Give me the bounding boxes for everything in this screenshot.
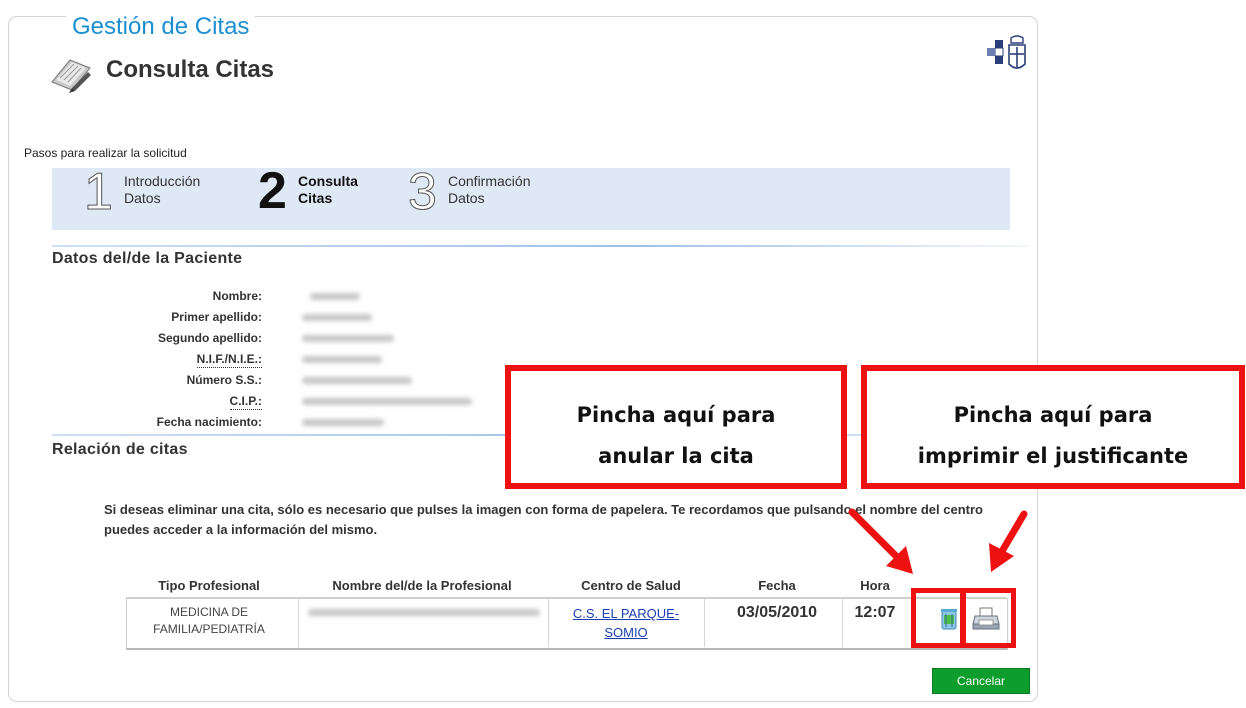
redacted-value	[302, 377, 412, 384]
callout-anular-line1: Pincha aquí para	[576, 403, 776, 427]
callout-imprimir: Pincha aquí para imprimir el justificant…	[861, 365, 1245, 489]
redacted-value	[302, 398, 472, 405]
field-label-nif: N.I.F./N.I.E.:	[196, 352, 262, 368]
appointments-heading: Relación de citas	[52, 441, 188, 458]
callout-imprimir-line1: Pincha aquí para	[953, 403, 1153, 427]
page-title: Consulta Citas	[106, 56, 275, 83]
field-label-primer-apellido: Primer apellido:	[171, 310, 262, 324]
col-header-fecha: Fecha	[758, 578, 796, 593]
cell-fecha: 03/05/2010	[736, 604, 818, 621]
col-separator	[548, 598, 549, 647]
field-label-segundo-apellido: Segundo apellido:	[158, 331, 262, 345]
field-label-numero-ss: Número S.S.:	[186, 373, 262, 387]
cell-tipo-profesional: MEDICINA DE FAMILIA/PEDIATRÍA	[153, 605, 265, 636]
col-header-centro: Centro de Salud	[581, 578, 681, 593]
instructions-text: Si deseas eliminar una cita, sólo es nec…	[104, 502, 983, 537]
step-1-line1: Introducción	[124, 173, 201, 189]
steps-intro: Pasos para realizar la solicitud	[24, 146, 187, 160]
step-3-line2: Datos	[448, 190, 485, 206]
patient-heading: Datos del/de la Paciente	[52, 250, 243, 267]
cancel-button[interactable]: Cancelar	[932, 668, 1030, 694]
step-3-number: 3	[408, 163, 438, 222]
step-1-line2: Datos	[124, 190, 161, 206]
col-separator	[298, 598, 299, 647]
col-separator	[842, 598, 843, 647]
col-header-profesional: Nombre del/de la Profesional	[332, 578, 512, 593]
cell-hora: 12:07	[854, 604, 896, 621]
highlight-delete-icon	[911, 588, 965, 648]
section-legend: Gestión de Citas	[66, 13, 256, 41]
step-2-number: 2	[258, 162, 287, 220]
step-3-line1: Confirmación	[448, 173, 531, 189]
callout-imprimir-line2: imprimir el justificante	[917, 444, 1189, 468]
redacted-professional-name	[308, 609, 540, 616]
step-1-number: 1	[84, 163, 114, 222]
callout-anular-line2: anular la cita	[598, 444, 754, 468]
step-3-label: Confirmación Datos	[448, 173, 530, 207]
redacted-value	[302, 356, 382, 363]
step-2-line1: Consulta	[298, 173, 358, 189]
field-label-fecha-nacimiento: Fecha nacimiento:	[156, 415, 262, 429]
step-2-label: Consulta Citas	[298, 173, 358, 207]
step-1-label: Introducción Datos	[124, 173, 200, 207]
field-label-cip: C.I.P.:	[229, 394, 262, 410]
steps-bar: 1 Introducción Datos 2 Consulta Citas 3 …	[52, 162, 1010, 230]
col-header-hora: Hora	[860, 578, 890, 593]
redacted-value	[302, 335, 394, 342]
asturias-coat-of-arms-icon	[987, 35, 1026, 69]
field-label-nombre: Nombre:	[212, 289, 262, 303]
step-2-line2: Citas	[298, 190, 333, 206]
col-separator	[704, 598, 705, 647]
divider	[52, 245, 1028, 247]
redacted-value	[302, 314, 372, 321]
highlight-print-icon	[961, 588, 1016, 648]
document-pen-icon	[51, 59, 91, 93]
col-header-tipo: Tipo Profesional	[158, 578, 260, 593]
redacted-value	[310, 293, 360, 300]
health-center-link[interactable]: C.S. EL PARQUE-SOMIO	[566, 604, 686, 642]
callout-anular: Pincha aquí para anular la cita	[505, 365, 847, 489]
redacted-value	[302, 419, 384, 426]
